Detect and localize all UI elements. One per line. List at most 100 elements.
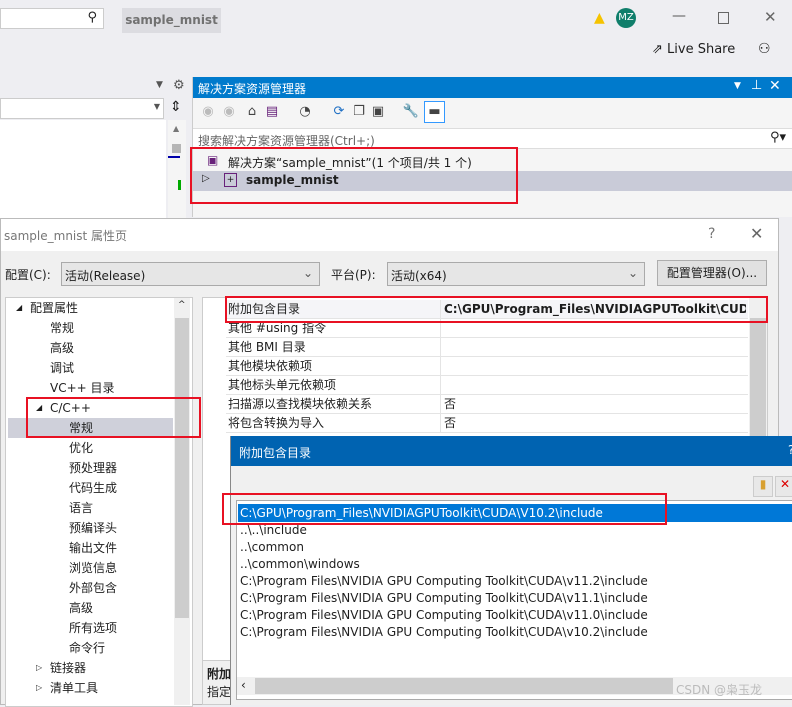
tree-item-label: 预处理器 bbox=[69, 461, 118, 475]
include-dir-item[interactable]: C:\Program Files\NVIDIA GPU Computing To… bbox=[240, 624, 648, 641]
back-icon[interactable]: ◉ bbox=[199, 103, 217, 121]
tree-item[interactable]: 优化 bbox=[69, 438, 93, 458]
tree-item[interactable]: 预编译头 bbox=[69, 518, 117, 538]
property-value[interactable]: C:\GPU\Program_Files\NVIDIAGPUToolkit\CU… bbox=[440, 300, 746, 319]
collapse-all-icon[interactable]: ❐ bbox=[350, 103, 368, 121]
tree-item[interactable]: 常规 bbox=[8, 418, 173, 438]
tree-item-label: 调试 bbox=[50, 361, 75, 375]
live-share-button[interactable]: ⇗ Live Share bbox=[652, 42, 735, 60]
include-dir-item[interactable]: ..\common bbox=[240, 539, 304, 556]
tree-item[interactable]: 调试 bbox=[50, 358, 74, 378]
close-window-button[interactable]: ✕ bbox=[764, 8, 777, 26]
left-scrollbar[interactable]: ▲ bbox=[168, 120, 186, 220]
close-dialog-button[interactable]: ✕ bbox=[750, 224, 763, 243]
property-row[interactable]: 附加包含目录 C:\GPU\Program_Files\NVIDIAGPUTool… bbox=[226, 300, 748, 319]
window-position-icon[interactable]: ▼ bbox=[734, 81, 741, 91]
global-search-box[interactable]: ⚲ bbox=[0, 8, 104, 29]
include-dir-item[interactable]: C:\Program Files\NVIDIA GPU Computing To… bbox=[240, 590, 648, 607]
solution-search-input[interactable]: 搜索解决方案资源管理器(Ctrl+;) ⚲▾ bbox=[193, 128, 792, 149]
tree-item[interactable]: 输出文件 bbox=[69, 538, 117, 558]
tree-item[interactable]: ▷ 清单工具 bbox=[36, 678, 98, 698]
property-row[interactable]: 其他 BMI 目录 bbox=[226, 338, 748, 357]
property-row[interactable]: 其他标头单元依赖项 bbox=[226, 376, 748, 395]
solution-node[interactable]: ▣ 解决方案“sample_mnist”(1 个项目/共 1 个) bbox=[193, 152, 792, 171]
property-value[interactable] bbox=[440, 319, 746, 338]
property-value[interactable] bbox=[440, 338, 746, 357]
property-value[interactable]: 否 bbox=[440, 395, 746, 414]
config-select[interactable]: 活动(Release) ⌄ bbox=[61, 262, 320, 286]
include-dir-item[interactable]: C:\Program Files\NVIDIA GPU Computing To… bbox=[240, 573, 648, 590]
config-manager-button[interactable]: 配置管理器(O)... bbox=[657, 260, 767, 286]
platform-select[interactable]: 活动(x64) ⌄ bbox=[387, 262, 645, 286]
tree-item-label: 命令行 bbox=[69, 641, 106, 655]
left-editor-area bbox=[0, 120, 166, 220]
property-row[interactable]: 其他模块依赖项 bbox=[226, 357, 748, 376]
collapsed-arrow-icon[interactable]: ▷ bbox=[36, 678, 42, 698]
platform-value: 活动(x64) bbox=[391, 269, 447, 283]
expanded-arrow-icon[interactable]: ◢ bbox=[36, 398, 42, 418]
tree-item[interactable]: 常规 bbox=[50, 318, 74, 338]
tree-item[interactable]: ▷ 链接器 bbox=[36, 658, 86, 678]
tree-item[interactable]: 高级 bbox=[69, 598, 93, 618]
split-icon[interactable]: ⇕ bbox=[170, 99, 182, 115]
feedback-icon[interactable]: ⚇ bbox=[758, 41, 771, 57]
collapsed-arrow-icon[interactable]: ▷ bbox=[36, 658, 42, 678]
tree-item[interactable]: 代码生成 bbox=[69, 478, 117, 498]
property-value[interactable]: 否 bbox=[440, 414, 746, 433]
show-all-files-icon[interactable]: ▣ bbox=[369, 103, 387, 121]
property-name: 将包含转换为导入 bbox=[228, 416, 325, 430]
new-folder-icon[interactable]: ▮ bbox=[753, 476, 773, 497]
pending-changes-icon[interactable]: ◔ bbox=[296, 103, 314, 121]
help-icon[interactable]: ? bbox=[788, 443, 792, 457]
description-text: 指定 bbox=[207, 685, 232, 699]
tree-item-label: 常规 bbox=[69, 421, 94, 435]
property-row[interactable]: 将包含转换为导入 否 bbox=[226, 414, 748, 433]
dropdown-arrow-icon[interactable]: ▼ bbox=[156, 80, 163, 90]
pin-icon[interactable]: ⊥ bbox=[751, 78, 762, 93]
gear-icon[interactable]: ⚙ bbox=[173, 78, 185, 93]
property-row[interactable]: 其他 #using 指令 bbox=[226, 319, 748, 338]
include-dir-item[interactable]: ..\..\include bbox=[240, 522, 307, 539]
help-button[interactable]: ? bbox=[708, 226, 715, 242]
expand-arrow-icon[interactable]: ▷ bbox=[202, 173, 210, 184]
tree-item[interactable]: VC++ 目录 bbox=[50, 378, 115, 398]
sync-icon[interactable]: ⟳ bbox=[330, 103, 348, 121]
home-icon[interactable]: ⌂ bbox=[243, 103, 261, 121]
property-value[interactable] bbox=[440, 357, 746, 376]
preview-icon[interactable]: ▬ bbox=[424, 101, 445, 123]
project-node[interactable]: ▷ + sample_mnist bbox=[193, 171, 792, 191]
minimize-button[interactable]: — bbox=[672, 8, 686, 24]
expanded-arrow-icon[interactable]: ◢ bbox=[16, 298, 22, 318]
share-icon: ⇗ bbox=[652, 42, 663, 57]
include-dir-item[interactable]: ..\common\windows bbox=[240, 556, 360, 573]
tree-item-label: C/C++ bbox=[50, 401, 91, 415]
tree-item[interactable]: 高级 bbox=[50, 338, 74, 358]
properties-wrench-icon[interactable]: 🔧 bbox=[402, 103, 420, 121]
tree-item[interactable]: 语言 bbox=[69, 498, 93, 518]
tree-item[interactable]: 浏览信息 bbox=[69, 558, 117, 578]
tree-item[interactable]: 预处理器 bbox=[69, 458, 117, 478]
include-dialog-title: 附加包含目录 bbox=[239, 446, 312, 460]
search-icon: ⚲▾ bbox=[769, 130, 786, 145]
left-dropdown[interactable]: ▼ bbox=[0, 98, 164, 119]
tree-item[interactable]: 所有选项 bbox=[69, 618, 117, 638]
delete-icon[interactable]: ✕ bbox=[775, 476, 792, 497]
tree-item[interactable]: 外部包含 bbox=[69, 578, 117, 598]
tree-item[interactable]: ◢ 配置属性 bbox=[16, 298, 78, 318]
switch-views-icon[interactable]: ▤ bbox=[263, 103, 281, 121]
property-value[interactable] bbox=[440, 376, 746, 395]
tree-item-label: 所有选项 bbox=[69, 621, 118, 635]
tree-scrollbar[interactable]: ^ bbox=[174, 298, 190, 705]
close-panel-icon[interactable]: ✕ bbox=[769, 78, 781, 94]
tree-item[interactable]: ◢ C/C++ bbox=[36, 398, 91, 418]
include-dir-item[interactable]: C:\Program Files\NVIDIA GPU Computing To… bbox=[240, 607, 648, 624]
maximize-button[interactable] bbox=[718, 12, 729, 24]
include-dir-item[interactable]: C:\GPU\Program_Files\NVIDIAGPUToolkit\CU… bbox=[240, 505, 603, 522]
avatar[interactable]: MZ bbox=[616, 8, 636, 28]
property-row[interactable]: 扫描源以查找模块依赖关系 否 bbox=[226, 395, 748, 414]
solution-icon: ▣ bbox=[207, 153, 219, 167]
tree-item[interactable]: 命令行 bbox=[69, 638, 105, 658]
tree-item-label: 外部包含 bbox=[69, 581, 118, 595]
warning-icon[interactable]: ▲ bbox=[594, 10, 605, 26]
forward-icon[interactable]: ◉ bbox=[220, 103, 238, 121]
